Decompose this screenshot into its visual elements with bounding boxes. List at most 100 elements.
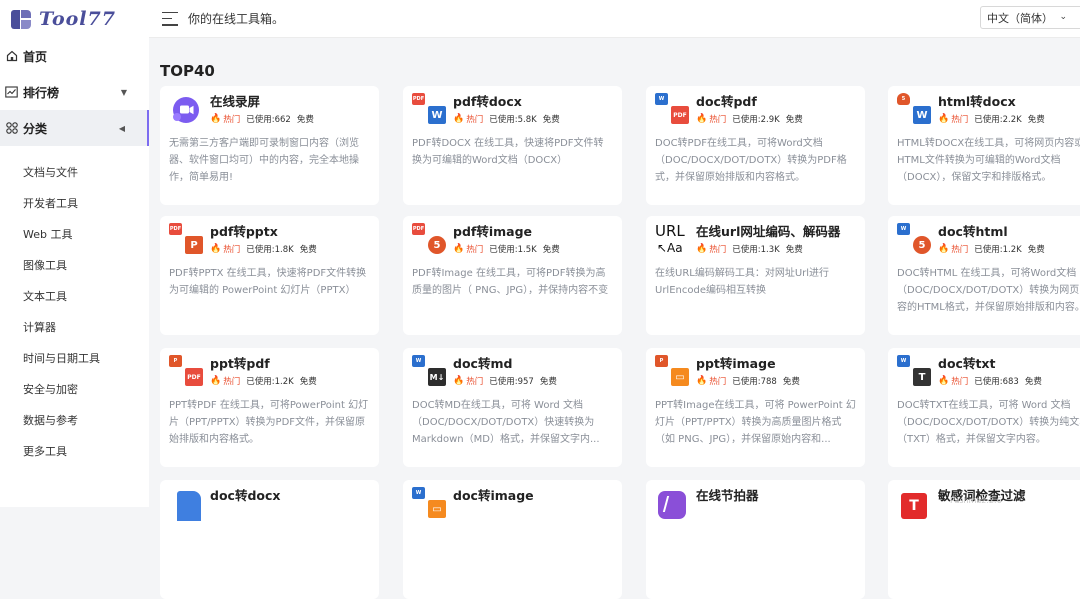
tool-description: DOC转HTML 在线工具，可将Word文档（DOC/DOCX/DOT/DOTX… (897, 268, 1080, 313)
screen-record-icon (169, 93, 203, 127)
free-badge: 免费 (299, 245, 317, 255)
category-docs[interactable]: 文档与文件 (0, 156, 149, 187)
tool-title: doc转html (938, 224, 1008, 239)
fire-icon: 🔥 (210, 376, 222, 386)
chart-icon (5, 86, 18, 99)
tool-description: DOC转MD在线工具，可将 Word 文档（DOC/DOCX/DOT/DOTX）… (412, 400, 600, 445)
tool-card[interactable]: W PDF doc转pdf 🔥 热门 已使用:2.9K 免费 DOC转PDF在线工… (646, 86, 865, 205)
grid-icon (5, 122, 18, 135)
hot-badge: 热门 (466, 115, 484, 125)
category-security[interactable]: 安全与加密 (0, 373, 149, 404)
tool-meta: 🔥 热门 已使用:662 免费 (210, 113, 314, 125)
category-calculator[interactable]: 计算器 (0, 311, 149, 342)
chevron-down-icon: ⌄ (1059, 12, 1067, 22)
sensitive-words-icon: T (897, 487, 931, 521)
tool-card[interactable]: W5 doc转html 🔥 热门 已使用:1.2K 免费 DOC转HTML 在线… (888, 216, 1080, 335)
usage-count: 已使用:1.8K (246, 245, 294, 255)
fire-icon: 🔥 (453, 114, 465, 124)
word-to-md-icon: W M↓ (412, 355, 446, 389)
ppt-to-pdf-icon: P PDF (169, 355, 203, 389)
fire-icon: 🔥 (210, 244, 222, 254)
menu-toggle-icon[interactable] (162, 11, 178, 26)
fire-icon: 🔥 (696, 244, 708, 254)
category-more[interactable]: 更多工具 (0, 435, 149, 466)
nav-category[interactable]: 分类 ◀ (0, 110, 149, 146)
category-datetime[interactable]: 时间与日期工具 (0, 342, 149, 373)
tool-card[interactable]: 5W html转docx 🔥 热门 已使用:2.2K 免费 HTML转DOCX在… (888, 86, 1080, 205)
tool-description: 无需第三方客户端即可录制窗口内容（浏览器、软件窗口均可）中的内容，完全本地操作，… (169, 138, 359, 183)
section-title: TOP40 (160, 62, 215, 80)
category-web[interactable]: Web 工具 (0, 218, 149, 249)
nav-ranking-label: 排行榜 (23, 85, 60, 100)
category-data[interactable]: 数据与参考 (0, 404, 149, 435)
tool-meta: 🔥 热门 已使用:788 免费 (696, 375, 800, 387)
tool-card[interactable]: WT doc转txt 🔥 热门 已使用:683 免费 DOC转TXT在线工具，可… (888, 348, 1080, 467)
free-badge: 免费 (1027, 115, 1045, 125)
usage-count: 已使用:2.2K (974, 115, 1022, 125)
tool-title: 在线录屏 (210, 94, 261, 109)
tool-card[interactable]: W M↓ doc转md 🔥 热门 已使用:957 免费 DOC转MD在线工具，可将… (403, 348, 622, 467)
fire-icon: 🔥 (453, 244, 465, 254)
language-select[interactable]: 中文（简体） ⌄ (980, 6, 1080, 29)
tool-description: HTML转DOCX在线工具，可将网页内容或HTML文件转换为可编辑的Word文档… (897, 138, 1080, 183)
usage-count: 已使用:2.9K (732, 115, 780, 125)
category-dev[interactable]: 开发者工具 (0, 187, 149, 218)
tool-card[interactable]: PDF P pdf转pptx 🔥 热门 已使用:1.8K 免费 PDF转PPTX … (160, 216, 379, 335)
tool-card[interactable]: doc转docx (160, 480, 379, 599)
hot-badge: 热门 (951, 245, 969, 255)
tool-card[interactable]: P PDF ppt转pdf 🔥 热门 已使用:1.2K 免费 PPT转PDF 在线… (160, 348, 379, 467)
tool-description: PPT转PDF 在线工具，可将PowerPoint 幻灯片（PPT/PPTX）转… (169, 400, 369, 445)
logo-mark-icon (9, 7, 33, 31)
word-to-image-icon: W ▭ (412, 487, 446, 521)
free-badge: 免费 (299, 377, 317, 387)
free-badge: 免费 (1027, 245, 1045, 255)
usage-count: 已使用:1.5K (489, 245, 537, 255)
pdf-to-word-icon: PDF W (412, 93, 446, 127)
top-header: 你的在线工具箱。 中文（简体） ⌄ (149, 0, 1080, 38)
nav-category-label: 分类 (23, 121, 48, 136)
usage-count: 已使用:1.3K (732, 245, 780, 255)
tool-title: 在线url网址编码、解码器 (696, 224, 841, 239)
usage-count: 已使用:1.2K (246, 377, 294, 387)
hot-badge: 热门 (951, 115, 969, 125)
tool-card[interactable]: P ▭ ppt转image 🔥 热门 已使用:788 免费 PPT转Image在线… (646, 348, 865, 467)
nav-ranking[interactable]: 排行榜 ▼ (0, 74, 149, 110)
hot-badge: 热门 (466, 245, 484, 255)
tool-meta: 🔥 热门 已使用:1.5K 免费 (453, 243, 560, 255)
tool-description: PDF转DOCX 在线工具，快速将PDF文件转换为可编辑的Word文档（DOCX… (412, 138, 604, 166)
fire-icon: 🔥 (938, 114, 950, 124)
tool-card[interactable]: W ▭ doc转image (403, 480, 622, 599)
word-to-pdf-icon: W PDF (655, 93, 689, 127)
usage-count: 已使用:5.8K (489, 115, 537, 125)
tool-title: pdf转image (453, 224, 533, 239)
tool-meta: 🔥 热门 已使用:1.3K 免费 (696, 243, 840, 255)
tool-card[interactable]: PDF 5 pdf转image 🔥 热门 已使用:1.5K 免费 PDF转Imag… (403, 216, 622, 335)
word-to-html-icon: W5 (897, 223, 931, 257)
tool-meta: 🔥 热门 已使用:1.2K 免费 (210, 375, 317, 387)
hot-badge: 热门 (466, 377, 484, 387)
free-badge: 免费 (1024, 377, 1042, 387)
tool-title: doc转image (453, 488, 534, 503)
category-image[interactable]: 图像工具 (0, 249, 149, 280)
category-text[interactable]: 文本工具 (0, 280, 149, 311)
nav-home-label: 首页 (23, 49, 48, 64)
usage-count: 已使用:1.2K (974, 245, 1022, 255)
tool-card[interactable]: PDF W pdf转docx 🔥 热门 已使用:5.8K 免费 PDF转DOCX … (403, 86, 622, 205)
tool-meta: 🔥 热门 已使用:2.2K 免费 (938, 113, 1045, 125)
free-badge: 免费 (782, 377, 800, 387)
word-to-txt-icon: WT (897, 355, 931, 389)
tool-title: pdf转pptx (210, 224, 278, 239)
tool-card[interactable]: URL ↖Aa 在线url网址编码、解码器 🔥 热门 已使用:1.3K 免费 在线… (646, 216, 865, 335)
nav-home[interactable]: 首页 (0, 38, 149, 74)
language-value: 中文（简体） (987, 11, 1053, 25)
usage-count: 已使用:683 (974, 377, 1019, 387)
tool-description: PPT转Image在线工具，可将 PowerPoint 幻灯片（PPT/PPTX… (655, 400, 856, 445)
tool-card[interactable]: 在线录屏 🔥 热门 已使用:662 免费 无需第三方客户端即可录制窗口内容（浏览… (160, 86, 379, 205)
main-content: TOP40 在线录屏 🔥 热门 已使用:662 免费 无需第三方客户端即可录制窗… (149, 38, 1080, 599)
slogan: 你的在线工具箱。 (188, 12, 285, 26)
sidebar: Tool77 首页 排行榜 ▼ 分类 ◀ 文档与文件 开发者工具 Web 工具 … (0, 0, 149, 507)
fire-icon: 🔥 (210, 114, 222, 124)
tool-meta: 🔥 热门 已使用:1.8K 免费 (210, 243, 317, 255)
tool-card[interactable]: 在线节拍器 (646, 480, 865, 599)
logo[interactable]: Tool77 (0, 0, 149, 38)
